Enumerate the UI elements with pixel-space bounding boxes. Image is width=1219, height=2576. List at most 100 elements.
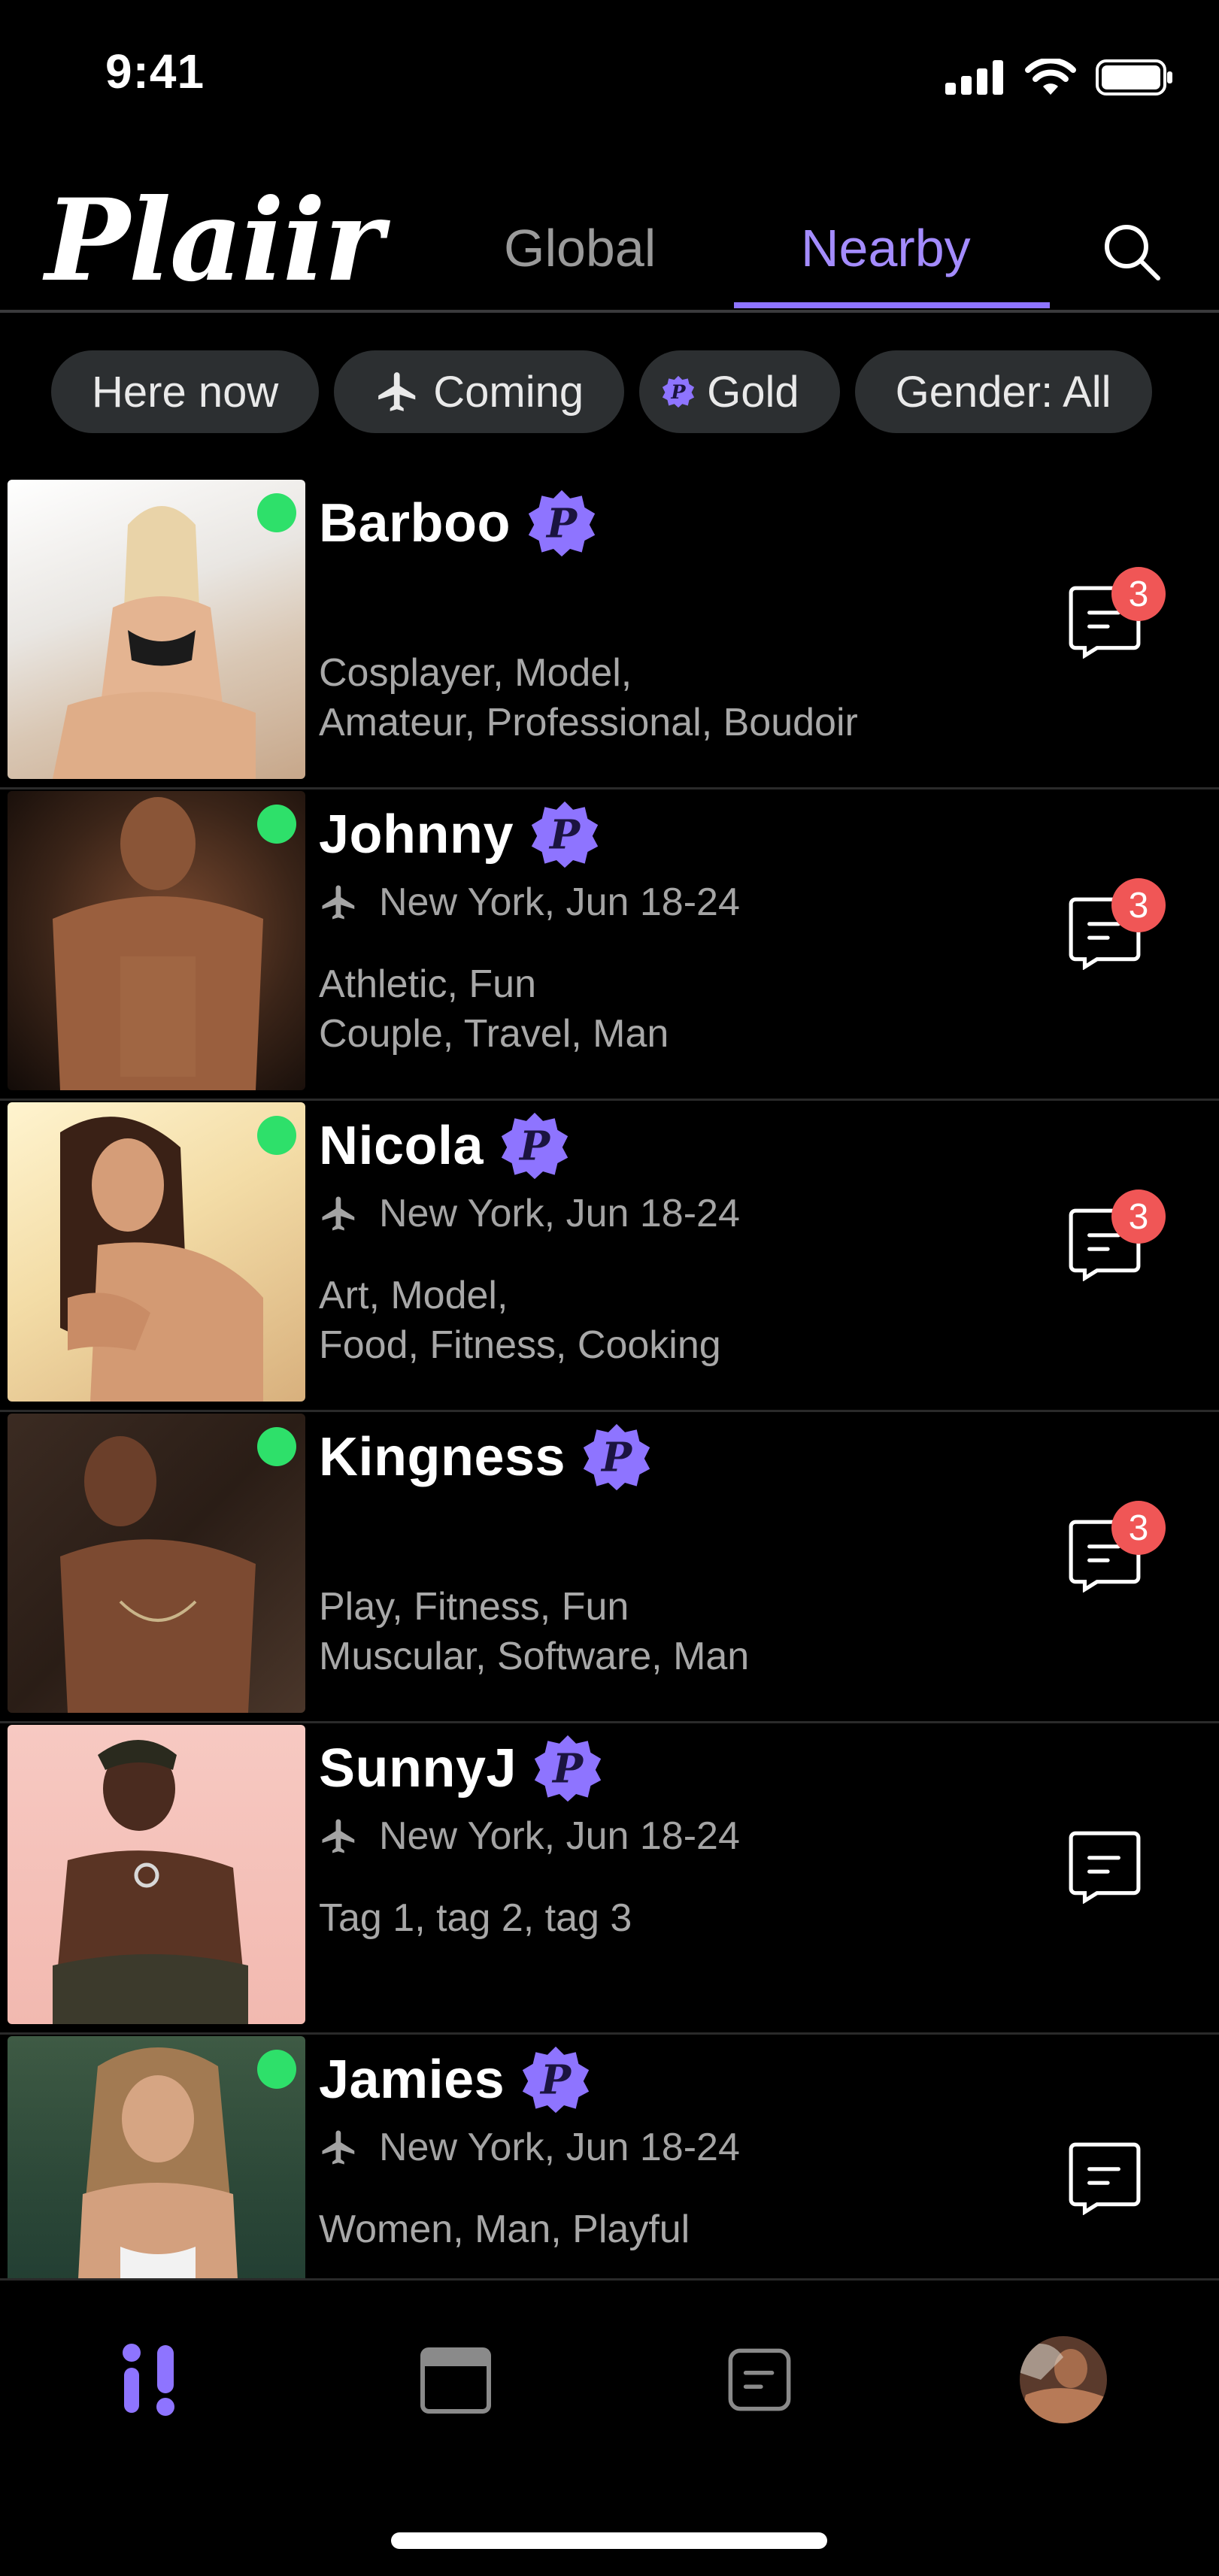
profile-row[interactable]: Barboo P Cosplayer, Model, Amateur, Prof… — [0, 478, 1219, 789]
profile-photo[interactable] — [8, 791, 305, 1090]
profile-name: Barboo — [319, 493, 511, 553]
search-icon[interactable] — [1098, 218, 1166, 286]
profile-name: Nicola — [319, 1116, 484, 1176]
filter-chips: Here now Coming P Gold Gender: All — [51, 350, 1152, 433]
filter-label: Coming — [433, 367, 584, 417]
profile-photo[interactable] — [8, 2036, 305, 2278]
tab-nearby[interactable]: Nearby — [801, 218, 971, 278]
profile-tags: Athletic, Fun Couple, Travel, Man — [319, 959, 669, 1059]
filter-label: Gender: All — [895, 367, 1111, 417]
plane-icon — [322, 1196, 355, 1231]
plaiir-badge-icon: P — [534, 1735, 602, 1802]
profile-name-line: Barboo P — [319, 486, 596, 561]
tags-line: Cosplayer, Model, — [319, 651, 632, 695]
plaiir-badge-icon: P — [501, 1112, 569, 1180]
battery-icon — [1096, 59, 1172, 95]
svg-text:P: P — [518, 1122, 551, 1169]
nav-calendar[interactable] — [411, 2335, 501, 2425]
profile-photo-figure — [53, 1740, 248, 2024]
plaiir-badge-icon: P — [528, 489, 596, 557]
active-tab-indicator — [734, 302, 1050, 308]
chat-icon — [728, 2348, 791, 2411]
nav-messages[interactable] — [714, 2335, 805, 2425]
profile-row[interactable]: Nicola P New York, Jun 18-24 Art, Model,… — [0, 1101, 1219, 1412]
status-bar: 9:41 — [0, 0, 1219, 150]
plaiir-badge-icon: P — [662, 375, 695, 408]
filter-gold[interactable]: P Gold — [639, 350, 840, 433]
profile-name: Kingness — [319, 1427, 566, 1487]
tags-line: Couple, Travel, Man — [319, 1012, 669, 1056]
status-icons — [945, 59, 1174, 96]
tags-line: Tag 1, tag 2, tag 3 — [319, 1896, 632, 1940]
profile-tags: Play, Fitness, Fun Muscular, Software, M… — [319, 1582, 749, 1681]
tab-global[interactable]: Global — [504, 218, 656, 278]
profile-row[interactable]: SunnyJ P New York, Jun 18-24 Tag 1, tag … — [0, 1723, 1219, 2035]
profile-tags: Cosplayer, Model, Amateur, Professional,… — [319, 648, 858, 747]
plaiir-badge-icon: P — [523, 2046, 590, 2114]
plane-icon — [378, 372, 416, 411]
online-indicator — [257, 493, 296, 532]
unread-count-badge: 3 — [1111, 567, 1166, 621]
profile-trip: New York, Jun 18-24 — [319, 1191, 740, 1236]
trip-text: New York, Jun 18-24 — [379, 1192, 740, 1235]
trip-text: New York, Jun 18-24 — [379, 1814, 740, 1858]
profile-row[interactable]: Jamies P New York, Jun 18-24 Women, Man,… — [0, 2035, 1219, 2278]
profile-photo[interactable] — [8, 480, 305, 779]
filter-coming[interactable]: Coming — [334, 350, 625, 433]
profile-photo[interactable] — [8, 1102, 305, 1402]
online-indicator — [257, 2050, 296, 2089]
profile-list[interactable]: Barboo P Cosplayer, Model, Amateur, Prof… — [0, 478, 1219, 2278]
profile-photo[interactable] — [8, 1725, 305, 2024]
svg-text:P: P — [671, 381, 687, 404]
chat-icon[interactable] — [1066, 2138, 1143, 2215]
filter-gender[interactable]: Gender: All — [854, 350, 1152, 433]
profile-name: Johnny — [319, 805, 514, 865]
unread-count-badge: 3 — [1111, 1501, 1166, 1555]
online-indicator — [257, 1116, 296, 1155]
nav-profile[interactable] — [1018, 2335, 1108, 2425]
status-time: 9:41 — [105, 44, 205, 98]
profile-name-line: SunnyJ P — [319, 1731, 602, 1806]
nav-discover[interactable] — [107, 2335, 197, 2425]
profile-name-line: Johnny P — [319, 797, 599, 872]
profile-trip: New York, Jun 18-24 — [319, 2125, 740, 2170]
tags-line: Women, Man, Playful — [319, 2208, 690, 2251]
filter-here-now[interactable]: Here now — [51, 350, 320, 433]
online-indicator — [257, 805, 296, 844]
app-logo: Plaiir — [45, 174, 384, 307]
tags-line: Play, Fitness, Fun — [319, 1585, 629, 1629]
plaiir-badge-icon: P — [531, 801, 599, 868]
online-indicator — [257, 1427, 296, 1466]
profile-name: Jamies — [319, 2050, 505, 2110]
profile-tags: Tag 1, tag 2, tag 3 — [319, 1893, 632, 1943]
plane-icon — [322, 1819, 355, 1853]
tags-line: Athletic, Fun — [319, 962, 537, 1006]
profile-avatar — [1020, 2336, 1107, 2423]
wifi-icon — [1025, 59, 1076, 95]
filter-label: Gold — [707, 367, 799, 417]
signal-icon — [945, 60, 1003, 95]
profile-name-line: Jamies P — [319, 2042, 590, 2117]
profile-tags: Women, Man, Playful — [319, 2205, 690, 2254]
profile-row[interactable]: Kingness P Play, Fitness, Fun Muscular, … — [0, 1412, 1219, 1723]
unread-count-badge: 3 — [1111, 1190, 1166, 1244]
filter-label: Here now — [92, 367, 279, 417]
calendar-icon — [420, 2347, 491, 2414]
tags-line: Amateur, Professional, Boudoir — [319, 701, 858, 744]
svg-text:P: P — [548, 811, 581, 858]
svg-text:P: P — [551, 1744, 584, 1792]
chat-icon[interactable] — [1066, 1827, 1143, 1904]
trip-text: New York, Jun 18-24 — [379, 2126, 740, 2169]
tags-line: Art, Model, — [319, 1274, 508, 1317]
svg-text:P: P — [539, 2056, 572, 2103]
svg-text:P: P — [545, 499, 578, 547]
profile-row[interactable]: Johnny P New York, Jun 18-24 Athletic, F… — [0, 789, 1219, 1101]
tags-line: Food, Fitness, Cooking — [319, 1323, 721, 1367]
profile-trip: New York, Jun 18-24 — [319, 880, 740, 925]
plane-icon — [322, 885, 355, 920]
profile-photo[interactable] — [8, 1414, 305, 1713]
svg-text:P: P — [600, 1433, 633, 1480]
plane-icon — [322, 2130, 355, 2165]
trip-text: New York, Jun 18-24 — [379, 880, 740, 924]
top-header: Plaiir Global Nearby — [0, 180, 1219, 313]
